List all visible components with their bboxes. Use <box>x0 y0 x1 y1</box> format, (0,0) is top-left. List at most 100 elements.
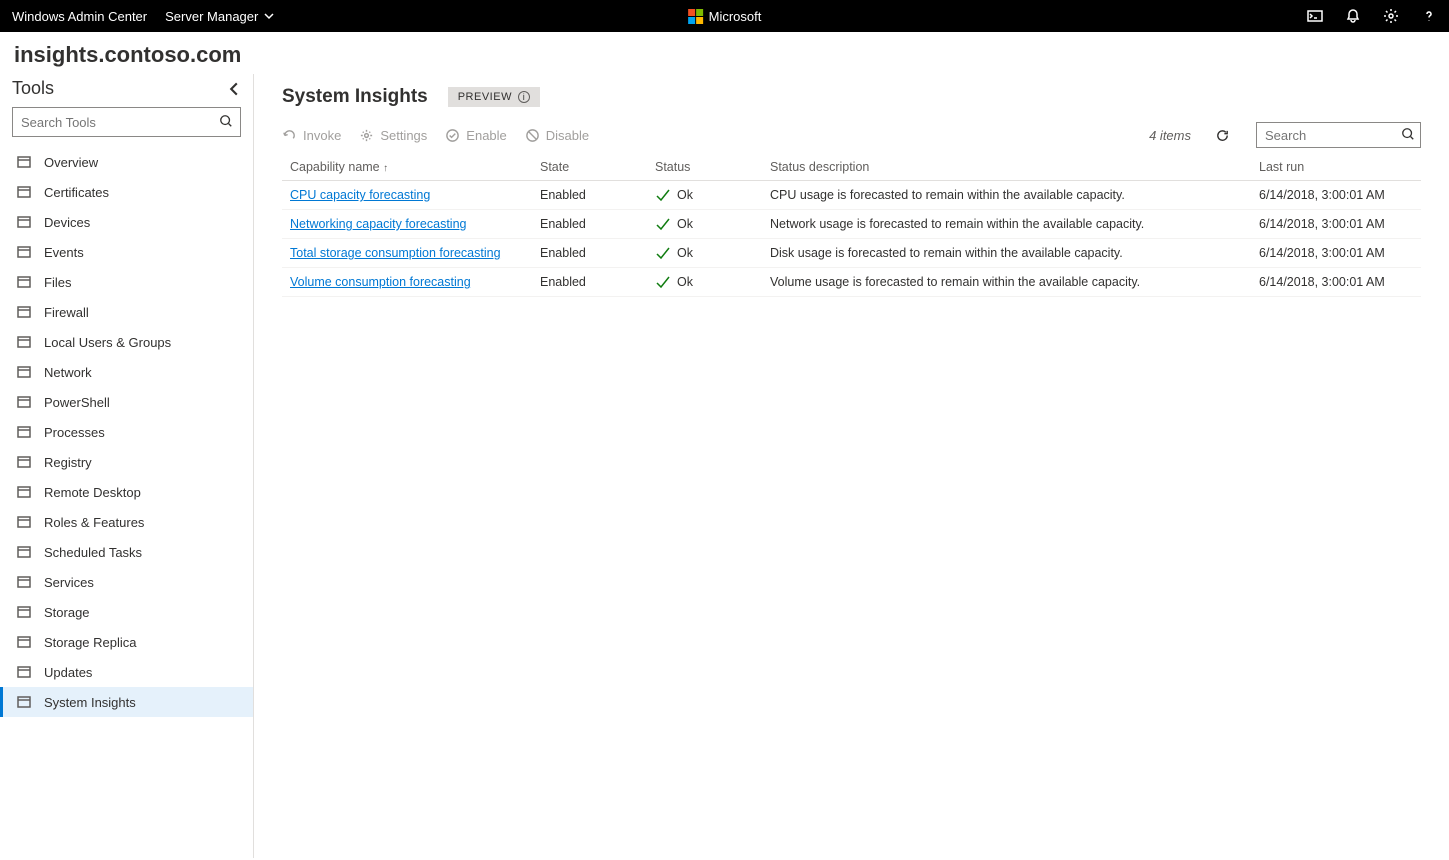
events-icon <box>16 244 32 260</box>
sidebar-item-label: Devices <box>44 215 90 230</box>
refresh-button[interactable] <box>1215 128 1230 143</box>
sidebar-item-scheduled-tasks[interactable]: Scheduled Tasks <box>0 537 253 567</box>
enable-icon <box>445 128 460 143</box>
console-icon[interactable] <box>1307 8 1323 24</box>
sidebar-item-files[interactable]: Files <box>0 267 253 297</box>
sidebar-item-events[interactable]: Events <box>0 237 253 267</box>
services-icon <box>16 574 32 590</box>
sidebar-item-powershell[interactable]: PowerShell <box>0 387 253 417</box>
microsoft-logo-icon <box>688 9 703 24</box>
capability-link[interactable]: CPU capacity forecasting <box>290 188 430 202</box>
item-count: 4 items <box>1149 128 1191 143</box>
sidebar-item-registry[interactable]: Registry <box>0 447 253 477</box>
capability-link[interactable]: Volume consumption forecasting <box>290 275 471 289</box>
sidebar-item-system-insights[interactable]: System Insights <box>0 687 253 717</box>
capabilities-table: Capability name ↑ State Status Status de… <box>282 154 1421 297</box>
processes-icon <box>16 424 32 440</box>
preview-badge[interactable]: PREVIEW i <box>448 87 540 107</box>
sidebar-item-label: Registry <box>44 455 92 470</box>
settings-icon[interactable] <box>1383 8 1399 24</box>
context-dropdown[interactable]: Server Manager <box>165 9 274 24</box>
sidebar-item-label: Processes <box>44 425 105 440</box>
sidebar-item-label: Roles & Features <box>44 515 144 530</box>
table-search-input[interactable] <box>1256 122 1421 148</box>
table-row[interactable]: CPU capacity forecastingEnabledOkCPU usa… <box>282 181 1421 210</box>
sidebar-item-certificates[interactable]: Certificates <box>0 177 253 207</box>
app-name: Windows Admin Center <box>12 9 147 24</box>
table-row[interactable]: Total storage consumption forecasting Ena… <box>282 239 1421 268</box>
enable-button[interactable]: Enable <box>445 128 506 143</box>
sidebar-item-label: Events <box>44 245 84 260</box>
search-icon <box>219 114 233 128</box>
capability-link[interactable]: Networking capacity forecasting <box>290 217 466 231</box>
sidebar-item-updates[interactable]: Updates <box>0 657 253 687</box>
status-cell: Ok <box>655 245 754 261</box>
search-tools-input[interactable] <box>12 107 241 137</box>
powershell-icon <box>16 394 32 410</box>
sidebar-item-devices[interactable]: Devices <box>0 207 253 237</box>
ms-label: Microsoft <box>709 9 762 24</box>
desc-cell: Volume usage is forecasted to remain wit… <box>762 268 1251 297</box>
settings-button[interactable]: Settings <box>359 128 427 143</box>
collapse-sidebar-icon[interactable] <box>227 82 241 96</box>
firewall-icon <box>16 304 32 320</box>
sidebar-item-remote-desktop[interactable]: Remote Desktop <box>0 477 253 507</box>
col-last-run[interactable]: Last run <box>1251 154 1421 181</box>
capability-link[interactable]: Total storage consumption forecasting <box>290 246 501 260</box>
desc-cell: CPU usage is forecasted to remain within… <box>762 181 1251 210</box>
sidebar-item-label: Files <box>44 275 71 290</box>
table-row[interactable]: Networking capacity forecastingEnabledOk… <box>282 210 1421 239</box>
sidebar-item-label: PowerShell <box>44 395 110 410</box>
sidebar-item-label: Local Users & Groups <box>44 335 171 350</box>
col-capability-name[interactable]: Capability name ↑ <box>282 154 532 181</box>
notifications-icon[interactable] <box>1345 8 1361 24</box>
certificates-icon <box>16 184 32 200</box>
sidebar-item-label: Scheduled Tasks <box>44 545 142 560</box>
remote-desktop-icon <box>16 484 32 500</box>
sidebar: Tools OverviewCertificatesDevicesEventsF… <box>0 74 254 858</box>
state-cell: Enabled <box>532 268 647 297</box>
sidebar-item-local-users-groups[interactable]: Local Users & Groups <box>0 327 253 357</box>
chevron-down-icon <box>264 11 274 21</box>
checkmark-icon <box>655 187 671 203</box>
main-content: System Insights PREVIEW i Invoke Setting… <box>254 74 1449 858</box>
disable-button[interactable]: Disable <box>525 128 589 143</box>
sidebar-item-label: Storage Replica <box>44 635 137 650</box>
sidebar-item-label: Overview <box>44 155 98 170</box>
help-icon[interactable] <box>1421 8 1437 24</box>
files-icon <box>16 274 32 290</box>
roles-icon <box>16 514 32 530</box>
toolbar: Invoke Settings Enable Disable 4 items <box>282 122 1421 148</box>
sidebar-item-network[interactable]: Network <box>0 357 253 387</box>
sidebar-item-firewall[interactable]: Firewall <box>0 297 253 327</box>
last-run-cell: 6/14/2018, 3:00:01 AM <box>1251 181 1421 210</box>
checkmark-icon <box>655 274 671 290</box>
checkmark-icon <box>655 216 671 232</box>
tasks-icon <box>16 544 32 560</box>
status-cell: Ok <box>655 274 754 290</box>
sidebar-item-roles-features[interactable]: Roles & Features <box>0 507 253 537</box>
col-state[interactable]: State <box>532 154 647 181</box>
disable-icon <box>525 128 540 143</box>
sidebar-item-processes[interactable]: Processes <box>0 417 253 447</box>
gear-icon <box>359 128 374 143</box>
table-row[interactable]: Volume consumption forecasting Enabled Ok V… <box>282 268 1421 297</box>
sidebar-item-storage[interactable]: Storage <box>0 597 253 627</box>
sidebar-item-storage-replica[interactable]: Storage Replica <box>0 627 253 657</box>
sidebar-item-services[interactable]: Services <box>0 567 253 597</box>
overview-icon <box>16 154 32 170</box>
sidebar-item-overview[interactable]: Overview <box>0 147 253 177</box>
col-desc[interactable]: Status description <box>762 154 1251 181</box>
state-cell: Enabled <box>532 239 647 268</box>
state-cell: Enabled <box>532 181 647 210</box>
search-icon <box>1401 127 1415 141</box>
page-title: System Insights <box>282 86 428 108</box>
devices-icon <box>16 214 32 230</box>
preview-label: PREVIEW <box>458 91 512 103</box>
invoke-button[interactable]: Invoke <box>282 128 341 143</box>
context-label: Server Manager <box>165 9 258 24</box>
replica-icon <box>16 634 32 650</box>
col-status[interactable]: Status <box>647 154 762 181</box>
sidebar-item-label: Network <box>44 365 92 380</box>
invoke-icon <box>282 128 297 143</box>
